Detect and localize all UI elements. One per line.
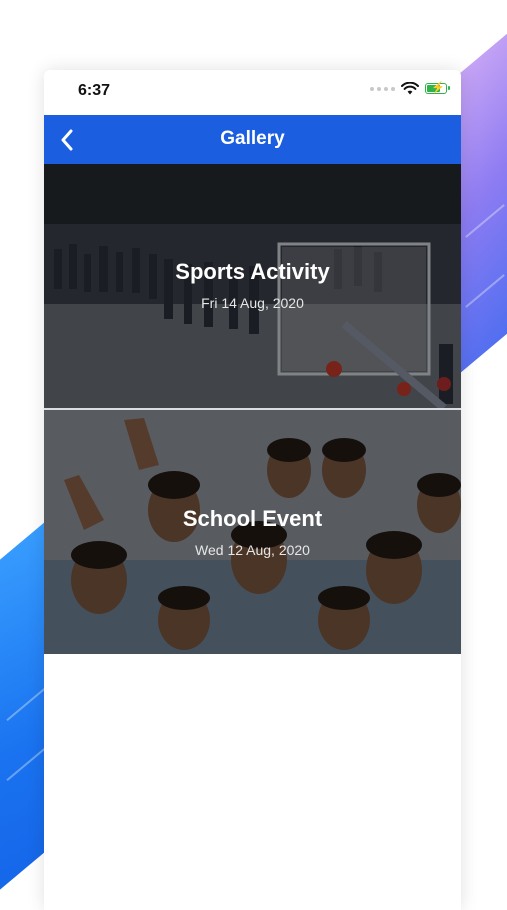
status-time: 6:37 xyxy=(78,82,111,99)
card-title: School Event xyxy=(182,506,323,531)
card-title: Sports Activity xyxy=(175,259,330,284)
card-date: Wed 12 Aug, 2020 xyxy=(195,542,310,558)
page-title: Gallery xyxy=(220,128,285,149)
status-icons: ⚡ xyxy=(370,82,450,95)
wifi-icon xyxy=(401,82,419,95)
signal-icon xyxy=(370,86,395,91)
battery-charging-icon: ⚡ xyxy=(425,82,450,94)
header-bar: Gallery xyxy=(44,115,461,164)
card-date: Fri 14 Aug, 2020 xyxy=(201,295,304,311)
status-bar: 6:37 ⚡ xyxy=(44,70,461,115)
phone-screen: 6:37 ⚡ Gallery Sports Activity Fri 14 Au… xyxy=(44,70,461,910)
gallery-card-sports-activity[interactable]: Sports Activity Fri 14 Aug, 2020 xyxy=(44,164,461,408)
card-overlay xyxy=(44,164,461,408)
card-overlay xyxy=(44,410,461,654)
gallery-card-school-event[interactable]: School Event Wed 12 Aug, 2020 xyxy=(44,410,461,654)
